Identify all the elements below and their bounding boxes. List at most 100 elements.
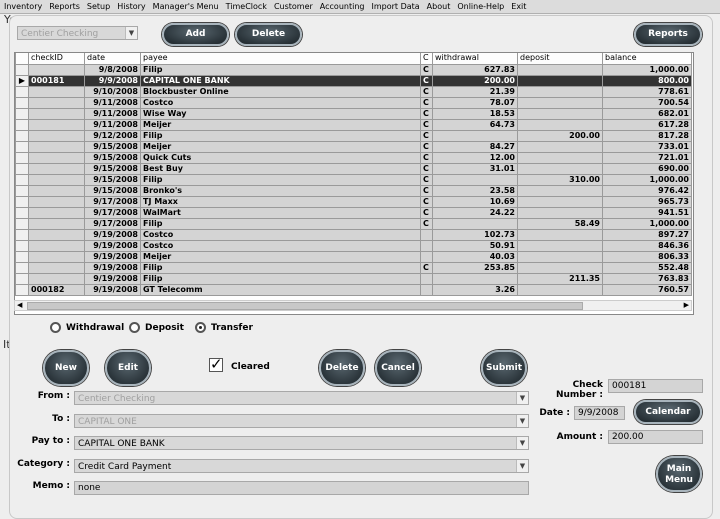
menu-reports[interactable]: Reports bbox=[45, 0, 83, 12]
cell-checkid[interactable] bbox=[28, 162, 85, 175]
cell-checkid[interactable] bbox=[28, 261, 85, 274]
cell-withdrawal[interactable]: 24.22 bbox=[432, 206, 518, 219]
cell-date[interactable]: 9/19/2008 bbox=[84, 261, 141, 274]
cell-withdrawal[interactable]: 21.39 bbox=[432, 85, 518, 98]
menu-exit[interactable]: Exit bbox=[507, 0, 529, 12]
cell-date[interactable]: 9/12/2008 bbox=[84, 129, 141, 142]
cell-balance[interactable]: 733.01 bbox=[602, 140, 692, 153]
menu-timeclock[interactable]: TimeClock bbox=[222, 0, 270, 12]
cell-cleared[interactable]: C bbox=[420, 63, 433, 76]
cell-deposit[interactable]: 58.49 bbox=[517, 217, 603, 230]
radio-transfer[interactable]: Transfer bbox=[195, 322, 253, 333]
reports-button[interactable]: Reports bbox=[634, 23, 702, 46]
cell-balance[interactable]: 682.01 bbox=[602, 107, 692, 120]
cell-payee[interactable]: Meijer bbox=[140, 140, 421, 153]
cell-withdrawal[interactable] bbox=[432, 129, 518, 142]
cell-withdrawal[interactable]: 627.83 bbox=[432, 63, 518, 76]
cell-deposit[interactable]: 200.00 bbox=[517, 129, 603, 142]
cell-cleared[interactable]: C bbox=[420, 184, 433, 197]
cell-date[interactable]: 9/8/2008 bbox=[84, 63, 141, 76]
cell-withdrawal[interactable] bbox=[432, 272, 518, 285]
cell-deposit[interactable] bbox=[517, 63, 603, 76]
cell-cleared[interactable]: C bbox=[420, 217, 433, 230]
to-select[interactable]: CAPITAL ONE ▼ bbox=[74, 414, 529, 428]
cell-withdrawal[interactable]: 12.00 bbox=[432, 151, 518, 164]
cell-checkid[interactable] bbox=[28, 250, 85, 263]
cell-deposit[interactable] bbox=[517, 118, 603, 131]
cell-deposit[interactable] bbox=[517, 239, 603, 252]
cell-checkid[interactable] bbox=[28, 217, 85, 230]
cell-checkid[interactable] bbox=[28, 195, 85, 208]
row-selector[interactable] bbox=[15, 85, 29, 98]
cell-withdrawal[interactable]: 200.00 bbox=[432, 74, 518, 87]
cell-payee[interactable]: Filip bbox=[140, 261, 421, 274]
menu-customer[interactable]: Customer bbox=[270, 0, 316, 12]
cell-withdrawal[interactable]: 102.73 bbox=[432, 228, 518, 241]
cell-cleared[interactable]: C bbox=[420, 129, 433, 142]
cell-deposit[interactable] bbox=[517, 85, 603, 98]
cell-deposit[interactable] bbox=[517, 107, 603, 120]
menu-about[interactable]: About bbox=[423, 0, 454, 12]
cell-payee[interactable]: Meijer bbox=[140, 118, 421, 131]
cell-withdrawal[interactable]: 78.07 bbox=[432, 96, 518, 109]
cell-checkid[interactable] bbox=[28, 173, 85, 186]
col-header-withdrawal[interactable]: withdrawal bbox=[432, 53, 518, 65]
cell-deposit[interactable] bbox=[517, 74, 603, 87]
cell-cleared[interactable]: C bbox=[420, 261, 433, 274]
cell-deposit[interactable] bbox=[517, 195, 603, 208]
row-selector[interactable] bbox=[15, 140, 29, 153]
cancel-button[interactable]: Cancel bbox=[375, 350, 421, 386]
table-row[interactable]: 9/19/2008 Filip 211.35 763.83 bbox=[15, 272, 692, 285]
table-row[interactable]: 9/8/2008 Filip C 627.83 1,000.00 bbox=[15, 63, 692, 76]
cell-payee[interactable]: Filip bbox=[140, 129, 421, 142]
submit-button[interactable]: Submit bbox=[481, 350, 527, 386]
cell-checkid[interactable] bbox=[28, 96, 85, 109]
cell-date[interactable]: 9/11/2008 bbox=[84, 107, 141, 120]
table-row[interactable]: 9/15/2008 Best Buy C 31.01 690.00 bbox=[15, 162, 692, 175]
radio-withdrawal-circle[interactable] bbox=[50, 322, 61, 333]
grid-horizontal-scrollbar[interactable]: ◀ ▶ bbox=[14, 300, 692, 311]
cell-date[interactable]: 9/17/2008 bbox=[84, 217, 141, 230]
row-selector[interactable] bbox=[15, 173, 29, 186]
cell-date[interactable]: 9/15/2008 bbox=[84, 140, 141, 153]
cell-date[interactable]: 9/15/2008 bbox=[84, 151, 141, 164]
cell-payee[interactable]: Costco bbox=[140, 239, 421, 252]
cell-checkid[interactable] bbox=[28, 272, 85, 285]
cell-cleared[interactable]: C bbox=[420, 107, 433, 120]
table-row[interactable]: 9/17/2008 TJ Maxx C 10.69 965.73 bbox=[15, 195, 692, 208]
cell-balance[interactable]: 846.36 bbox=[602, 239, 692, 252]
cell-checkid[interactable] bbox=[28, 107, 85, 120]
menu-setup[interactable]: Setup bbox=[83, 0, 113, 12]
row-selector[interactable] bbox=[15, 195, 29, 208]
cell-balance[interactable]: 1,000.00 bbox=[602, 63, 692, 76]
new-button[interactable]: New bbox=[43, 350, 89, 386]
cell-date[interactable]: 9/17/2008 bbox=[84, 195, 141, 208]
table-row[interactable]: 9/19/2008 Filip C 253.85 552.48 bbox=[15, 261, 692, 274]
row-selector[interactable] bbox=[15, 162, 29, 175]
cell-checkid[interactable] bbox=[28, 118, 85, 131]
amount-field[interactable]: 200.00 bbox=[608, 430, 703, 444]
cell-cleared[interactable]: C bbox=[420, 118, 433, 131]
transactions-grid[interactable]: checkID date payee C withdrawal deposit … bbox=[14, 52, 694, 315]
cell-deposit[interactable] bbox=[517, 96, 603, 109]
cell-date[interactable]: 9/19/2008 bbox=[84, 239, 141, 252]
cell-date[interactable]: 9/9/2008 bbox=[84, 74, 141, 87]
radio-transfer-circle[interactable] bbox=[195, 322, 206, 333]
calendar-button[interactable]: Calendar bbox=[634, 400, 702, 424]
chevron-down-icon[interactable]: ▼ bbox=[125, 27, 137, 39]
row-selector-arrow-icon[interactable]: ▶ bbox=[15, 74, 29, 87]
row-selector[interactable] bbox=[15, 217, 29, 230]
delete-button[interactable]: Delete bbox=[319, 350, 365, 386]
cell-balance[interactable]: 1,000.00 bbox=[602, 217, 692, 230]
cell-checkid[interactable] bbox=[28, 184, 85, 197]
cell-balance[interactable]: 941.51 bbox=[602, 206, 692, 219]
cell-payee[interactable]: Costco bbox=[140, 96, 421, 109]
cell-cleared[interactable]: C bbox=[420, 96, 433, 109]
cell-cleared[interactable]: C bbox=[420, 162, 433, 175]
row-selector[interactable] bbox=[15, 283, 29, 296]
cell-payee[interactable]: Costco bbox=[140, 228, 421, 241]
cell-cleared[interactable] bbox=[420, 250, 433, 263]
cell-cleared[interactable] bbox=[420, 239, 433, 252]
cell-date[interactable]: 9/19/2008 bbox=[84, 228, 141, 241]
cell-payee[interactable]: Filip bbox=[140, 173, 421, 186]
